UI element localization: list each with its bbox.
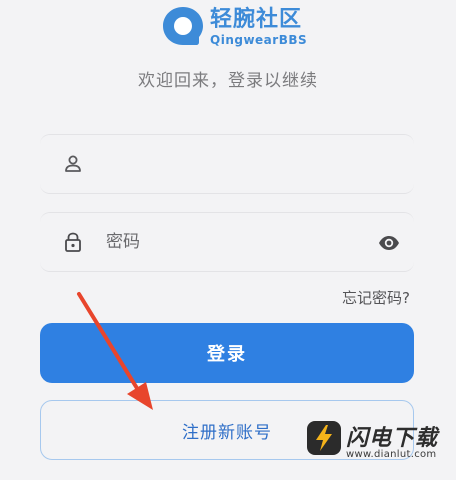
watermark-name: 闪电下载 <box>346 426 439 451</box>
password-input[interactable] <box>106 213 356 271</box>
lightning-logo-icon <box>307 421 341 455</box>
username-field[interactable] <box>40 134 414 194</box>
eye-icon[interactable] <box>378 232 400 254</box>
user-icon <box>65 155 81 172</box>
app-logo: 轻腕社区 QingwearBBS <box>160 2 307 52</box>
forgot-password-link[interactable]: 忘记密码? <box>342 287 410 308</box>
chat-bubble-logo-icon <box>163 7 203 45</box>
brand-name: 轻腕社区 <box>210 6 303 32</box>
lock-icon <box>65 232 81 252</box>
brand-name-en: QingwearBBS <box>210 32 308 47</box>
welcome-subtitle: 欢迎回来，登录以继续 <box>138 71 318 91</box>
password-field[interactable] <box>40 212 414 272</box>
login-button[interactable]: 登录 <box>40 323 414 383</box>
watermark: 闪电下载 www.dianlut.com <box>306 420 456 468</box>
username-input[interactable] <box>106 135 356 193</box>
watermark-url: www.dianlut.com <box>346 449 437 460</box>
